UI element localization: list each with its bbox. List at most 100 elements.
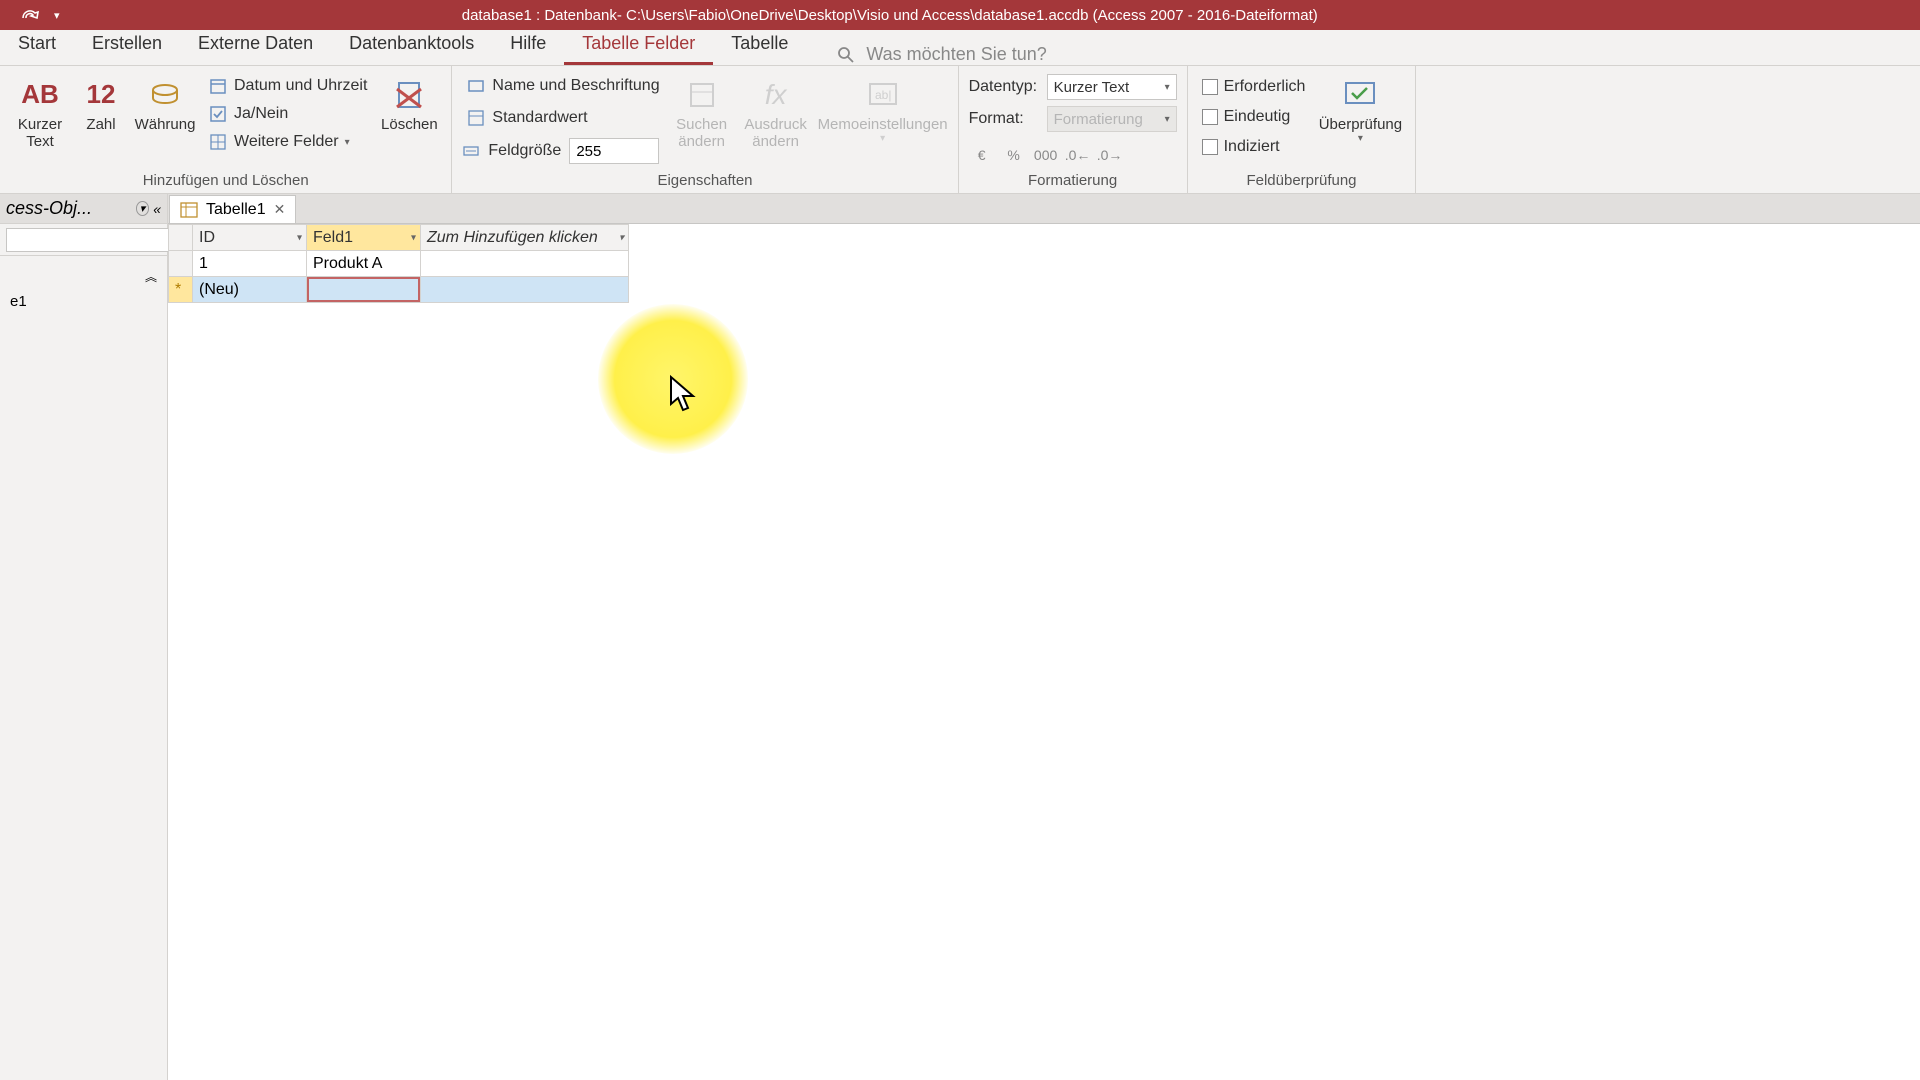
btn-datum-label: Datum und Uhrzeit: [234, 77, 367, 95]
col-id-label: ID: [199, 229, 215, 246]
column-header-id[interactable]: ID ▾: [193, 225, 307, 251]
table-row[interactable]: 1 Produkt A: [169, 251, 629, 277]
btn-zahl-label: Zahl: [86, 116, 115, 133]
default-icon: [466, 108, 486, 128]
chevron-down-icon: ▾: [1358, 133, 1363, 145]
group-validation-label: Feldüberprüfung: [1198, 168, 1406, 193]
window-title: database1 : Datenbank- C:\Users\Fabio\On…: [60, 7, 1920, 24]
col-f1-label: Feld1: [313, 229, 353, 246]
group-properties-label: Eigenschaften: [462, 168, 947, 193]
column-header-feld1[interactable]: Feld1 ▾: [307, 225, 421, 251]
nav-title: cess-Obj...: [6, 198, 92, 219]
tab-tabelle-felder[interactable]: Tabelle Felder: [564, 25, 713, 65]
group-formatting-label: Formatierung: [969, 168, 1177, 193]
btn-janein[interactable]: Ja/Nein: [204, 102, 371, 126]
chk-indiziert[interactable]: Indiziert: [1198, 136, 1310, 158]
btn-kurzer-text-label: Kurzer Text: [10, 116, 70, 151]
column-dropdown-icon[interactable]: ▾: [619, 232, 624, 243]
btn-ausdruck-label: Ausdruck ändern: [740, 116, 812, 151]
tab-datenbanktools[interactable]: Datenbanktools: [331, 25, 492, 65]
column-dropdown-icon[interactable]: ▾: [411, 232, 416, 243]
new-record-row[interactable]: * (Neu): [169, 277, 629, 303]
ueberpruefung-label: Überprüfung: [1319, 116, 1402, 133]
chevron-down-icon: ▾: [880, 133, 885, 145]
nav-search-input[interactable]: [6, 228, 193, 252]
doc-tab-tabelle1[interactable]: Tabelle1 ✕: [169, 195, 296, 223]
format-select: Formatierung ▾: [1047, 106, 1177, 132]
cell-new-id[interactable]: (Neu): [193, 277, 307, 303]
close-icon[interactable]: ✕: [274, 201, 286, 218]
feldgroesse-input[interactable]: [569, 138, 659, 164]
doc-tab-label: Tabelle1: [206, 201, 266, 219]
select-all-cell[interactable]: [169, 225, 193, 251]
btn-waehrung[interactable]: Währung: [132, 70, 198, 133]
thousands-format-icon: 000: [1033, 144, 1059, 166]
datasheet-grid[interactable]: ID ▾ Feld1 ▾ Zum Hinzufügen klicken ▾ 1: [168, 224, 1920, 1080]
btn-standard-label: Standardwert: [492, 109, 587, 127]
grid-icon: [208, 132, 228, 152]
search-icon: [836, 45, 856, 65]
nav-dropdown-icon[interactable]: ▾: [136, 201, 150, 216]
tell-me-search[interactable]: Was möchten Sie tun?: [836, 44, 1046, 65]
tab-erstellen[interactable]: Erstellen: [74, 25, 180, 65]
group-add-delete: AB Kurzer Text 12 Zahl Währung Datum und…: [0, 66, 452, 193]
btn-name-label: Name und Beschriftung: [492, 77, 659, 95]
chk-eindeutig[interactable]: Eindeutig: [1198, 106, 1310, 128]
nav-collapse-icon[interactable]: «: [153, 201, 161, 217]
currency-format-icon: €: [969, 144, 995, 166]
nav-group-collapse-icon[interactable]: ︽: [145, 268, 157, 285]
chevron-down-icon: ▾: [345, 137, 350, 148]
col-add-label: Zum Hinzufügen klicken: [427, 229, 598, 246]
chevron-down-icon: ▾: [1165, 82, 1170, 93]
column-header-add[interactable]: Zum Hinzufügen klicken ▾: [421, 225, 629, 251]
memo-icon: ab|: [864, 76, 902, 114]
nav-header[interactable]: cess-Obj... ▾ «: [0, 194, 167, 224]
cell-empty[interactable]: [421, 251, 629, 277]
cell-feld1[interactable]: Produkt A: [307, 251, 421, 277]
btn-loeschen-label: Löschen: [381, 116, 438, 133]
cell-new-feld1-editing[interactable]: [307, 277, 421, 303]
format-label: Format:: [969, 110, 1039, 128]
tell-me-placeholder: Was möchten Sie tun?: [866, 44, 1046, 65]
cell-id[interactable]: 1: [193, 251, 307, 277]
size-icon: [462, 142, 480, 160]
eindeutig-label: Eindeutig: [1224, 108, 1291, 126]
tab-tabelle[interactable]: Tabelle: [713, 25, 806, 65]
btn-kurzer-text[interactable]: AB Kurzer Text: [10, 70, 70, 151]
group-validation: Erforderlich Eindeutig Indiziert Überprü…: [1188, 66, 1417, 193]
datentyp-select[interactable]: Kurzer Text ▾: [1047, 74, 1177, 100]
lookup-icon: [683, 76, 721, 114]
number-format-icons: € % 000 .0← .0→: [969, 144, 1177, 166]
btn-name-beschriftung[interactable]: Name und Beschriftung: [462, 74, 663, 98]
btn-ueberpruefung[interactable]: Überprüfung ▾: [1315, 70, 1405, 145]
btn-loeschen[interactable]: Löschen: [377, 70, 441, 133]
chk-erforderlich[interactable]: Erforderlich: [1198, 76, 1310, 98]
tab-hilfe[interactable]: Hilfe: [492, 25, 564, 65]
currency-icon: [146, 76, 184, 114]
tag-icon: [466, 76, 486, 96]
row-selector[interactable]: [169, 251, 193, 277]
validation-icon: [1341, 76, 1379, 114]
btn-zahl[interactable]: 12 Zahl: [76, 70, 126, 133]
redo-icon[interactable]: [20, 6, 42, 24]
tab-start[interactable]: Start: [0, 25, 74, 65]
column-dropdown-icon[interactable]: ▾: [297, 232, 302, 243]
document-tabs: Tabelle1 ✕: [168, 194, 1920, 224]
cell-empty[interactable]: [421, 277, 629, 303]
field-feldgroesse: Feldgröße: [462, 138, 663, 164]
nav-search: [0, 224, 167, 256]
indiziert-label: Indiziert: [1224, 138, 1280, 156]
tab-externe-daten[interactable]: Externe Daten: [180, 25, 331, 65]
nav-item-tabelle1[interactable]: e1: [6, 289, 161, 314]
text-icon: AB: [21, 76, 59, 114]
row-datentyp: Datentyp: Kurzer Text ▾: [969, 74, 1177, 100]
btn-datum[interactable]: Datum und Uhrzeit: [204, 74, 371, 98]
chevron-down-icon: ▾: [1165, 114, 1170, 125]
btn-janein-label: Ja/Nein: [234, 105, 288, 123]
btn-standardwert[interactable]: Standardwert: [462, 106, 663, 130]
new-row-indicator: *: [169, 277, 193, 303]
cursor-icon: [668, 374, 704, 416]
ribbon-tabs: Start Erstellen Externe Daten Datenbankt…: [0, 30, 1920, 66]
btn-weitere-label: Weitere Felder: [234, 133, 339, 151]
btn-weitere[interactable]: Weitere Felder ▾: [204, 130, 371, 154]
